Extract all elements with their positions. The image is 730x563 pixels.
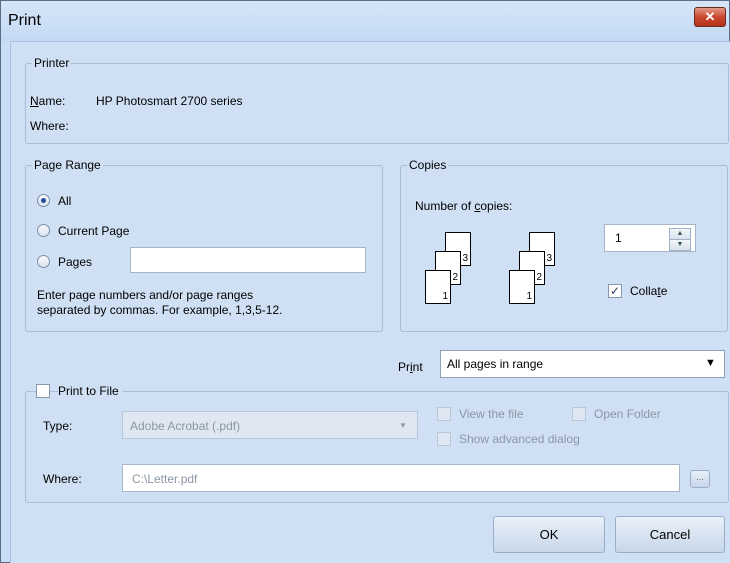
print-range-value: All pages in range — [447, 357, 544, 371]
page-icon-1: 1 — [509, 270, 535, 304]
show-advanced-checkbox[interactable] — [437, 432, 451, 446]
file-path-input[interactable]: C:\Letter.pdf — [122, 464, 680, 492]
collate-checkbox[interactable]: ✓ — [608, 284, 622, 298]
number-of-copies-label: Number of copies: — [415, 199, 513, 213]
dialog-body: Printer Name: HP Photosmart 2700 series … — [10, 41, 730, 563]
page-range-group: Page Range All Current Page Pages Enter … — [25, 158, 383, 332]
page-icon-1: 1 — [425, 270, 451, 304]
copies-spinner[interactable]: 1 ▲ ▼ — [604, 224, 696, 252]
collate-label[interactable]: Collate — [630, 284, 667, 298]
copies-group: Copies Number of copies: 3 2 1 3 2 1 1 ▲… — [400, 158, 728, 332]
collate-illustration-2: 3 2 1 — [509, 232, 563, 308]
page-range-legend: Page Range — [34, 158, 101, 172]
printer-where-label: Where: — [30, 119, 69, 133]
radio-pages[interactable] — [37, 255, 50, 268]
file-path-value: C:\Letter.pdf — [132, 472, 198, 486]
print-to-file-checkbox[interactable] — [36, 384, 50, 398]
print-dialog: Print ✕ Printer Name: HP Photosmart 2700… — [0, 0, 730, 563]
printer-name-value: HP Photosmart 2700 series — [96, 94, 243, 108]
copies-legend: Copies — [409, 158, 447, 172]
file-type-value: Adobe Acrobat (.pdf) — [130, 419, 241, 433]
print-to-file-group: Print to File Type: Adobe Acrobat (.pdf)… — [25, 384, 729, 503]
window-title: Print — [8, 12, 41, 29]
view-file-checkbox[interactable] — [437, 407, 451, 421]
print-range-select[interactable]: All pages in range ▼ — [440, 350, 725, 378]
browse-button[interactable]: ... — [690, 470, 710, 488]
file-type-select[interactable]: Adobe Acrobat (.pdf) ▼ — [122, 411, 418, 439]
radio-current-page[interactable] — [37, 224, 50, 237]
printer-group: Printer Name: HP Photosmart 2700 series … — [25, 56, 729, 144]
print-to-file-label[interactable]: Print to File — [58, 384, 123, 398]
where-label: Where: — [43, 472, 82, 486]
print-select-label: Print — [398, 360, 423, 374]
radio-all[interactable] — [37, 194, 50, 207]
type-label: Type: — [43, 419, 73, 433]
ok-button[interactable]: OK — [493, 516, 605, 553]
view-file-label[interactable]: View the file — [459, 407, 523, 421]
cancel-button[interactable]: Cancel — [615, 516, 725, 553]
chevron-down-icon[interactable]: ▼ — [705, 357, 716, 369]
radio-current-page-label[interactable]: Current Page — [58, 224, 129, 238]
page-range-help-line1: Enter page numbers and/or page ranges — [37, 288, 254, 302]
printer-legend: Printer — [34, 56, 70, 70]
close-button[interactable]: ✕ — [694, 7, 726, 27]
spin-down-icon[interactable]: ▼ — [669, 239, 691, 251]
title-bar: Print ✕ — [1, 1, 729, 41]
chevron-down-icon: ▼ — [399, 421, 407, 430]
open-folder-checkbox[interactable] — [572, 407, 586, 421]
collate-illustration-1: 3 2 1 — [425, 232, 479, 308]
copies-value[interactable]: 1 — [615, 231, 622, 245]
radio-pages-label[interactable]: Pages — [58, 255, 92, 269]
page-range-help-line2: separated by commas. For example, 1,3,5-… — [37, 303, 283, 317]
radio-all-label[interactable]: All — [58, 194, 71, 208]
show-advanced-label[interactable]: Show advanced dialog — [459, 432, 580, 446]
pages-input[interactable] — [130, 247, 366, 273]
open-folder-label[interactable]: Open Folder — [594, 407, 661, 421]
printer-name-label: Name: — [30, 94, 66, 108]
